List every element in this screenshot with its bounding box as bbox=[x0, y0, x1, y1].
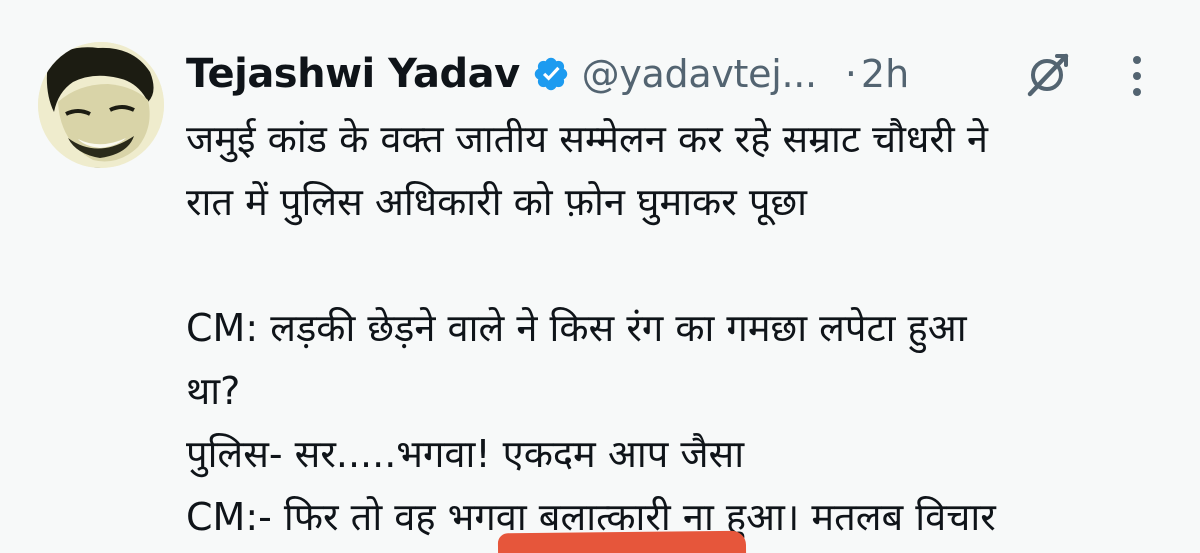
tweet-line: पुलिस- सर.....भगवा! एकदम आप जैसा bbox=[186, 432, 745, 476]
red-highlight-marker bbox=[497, 530, 747, 553]
verified-badge-icon bbox=[534, 57, 567, 91]
display-name[interactable]: Tejashwi Yadav bbox=[186, 51, 520, 97]
tweet-line: रात में पुलिस अधिकारी को फ़ोन घुमाकर पूछ… bbox=[186, 180, 807, 224]
user-handle[interactable]: @yadavtej... bbox=[582, 52, 817, 96]
tweet-line: CM: लड़की छेड़ने वाले ने किस रंग का गमछा… bbox=[186, 306, 967, 350]
tweet-card[interactable]: Tejashwi Yadav @yadavtej... · 2h जमुई का… bbox=[0, 0, 1200, 553]
tweet-timestamp[interactable]: 2h bbox=[861, 52, 909, 96]
avatar[interactable] bbox=[38, 42, 164, 168]
tweet-text: जमुई कांड के वक्त जातीय सम्मेलन कर रहे स… bbox=[186, 108, 1186, 549]
tweet-line: था? bbox=[186, 369, 241, 413]
separator-dot: · bbox=[844, 52, 857, 96]
more-vertical-icon[interactable] bbox=[1122, 52, 1152, 100]
tweet-line: जमुई कांड के वक्त जातीय सम्मेलन कर रहे स… bbox=[186, 117, 988, 161]
tweet-header: Tejashwi Yadav @yadavtej... · 2h bbox=[186, 44, 909, 104]
grok-icon[interactable] bbox=[1022, 50, 1072, 100]
avatar-portrait-icon bbox=[38, 42, 164, 168]
